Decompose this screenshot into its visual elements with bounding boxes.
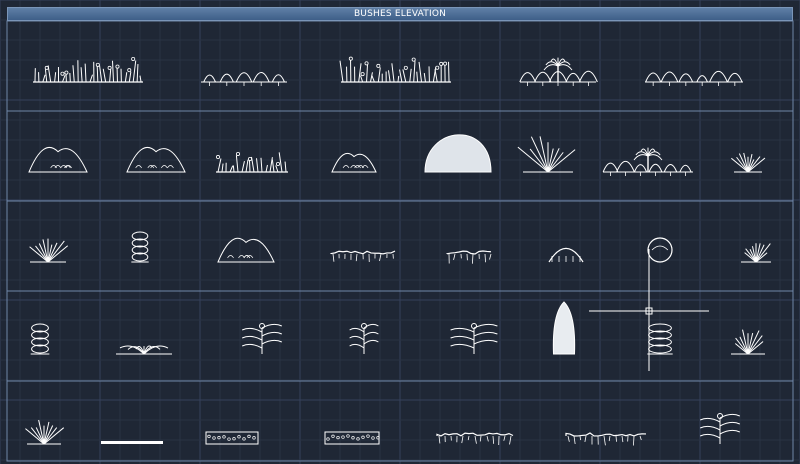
drawing-title: BUSHES ELEVATION	[353, 9, 447, 19]
bush-ground-cover-line[interactable]	[101, 441, 163, 444]
cad-drawing-canvas[interactable]	[0, 0, 800, 464]
drawing-title-bar: BUSHES ELEVATION	[7, 7, 793, 21]
